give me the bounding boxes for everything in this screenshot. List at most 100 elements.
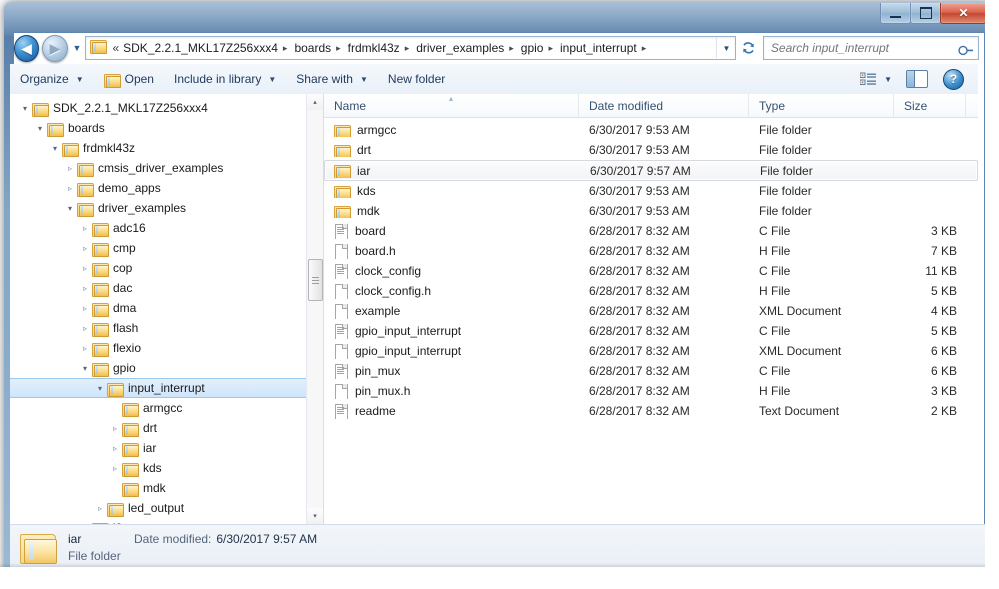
table-row[interactable]: mdk 6/30/2017 9:53 AM File folder: [324, 201, 978, 221]
table-row[interactable]: iar 6/30/2017 9:57 AM File folder: [324, 160, 978, 181]
table-row[interactable]: gpio_input_interrupt 6/28/2017 8:32 AM XML…: [324, 341, 978, 361]
expander-collapsed-icon[interactable]: ▹: [108, 464, 122, 473]
breadcrumb-overflow-icon[interactable]: «: [109, 40, 120, 56]
table-row[interactable]: pin_mux.h 6/28/2017 8:32 AM H File 3 KB: [324, 381, 978, 401]
breadcrumb-sep-4[interactable]: ▸: [546, 43, 557, 54]
expander-expanded-icon[interactable]: ▾: [63, 204, 77, 213]
organize-button[interactable]: Organize ▼: [10, 67, 94, 91]
tree-item-input-interrupt[interactable]: ▾ input_interrupt: [10, 378, 323, 398]
forward-button[interactable]: ▶: [42, 34, 68, 62]
expander-expanded-icon[interactable]: ▾: [78, 364, 92, 373]
tree-item-cmp[interactable]: ▹ cmp: [10, 238, 323, 258]
table-row[interactable]: board 6/28/2017 8:32 AM C File 3 KB: [324, 221, 978, 241]
tree-item-sdk-2-2-1-mkl17z256xxx4[interactable]: ▾ SDK_2.2.1_MKL17Z256xxx4: [10, 98, 323, 118]
column-header-date-modified[interactable]: Date modified: [579, 94, 749, 117]
expander-collapsed-icon[interactable]: ▹: [63, 164, 77, 173]
search-input[interactable]: [763, 40, 957, 56]
breadcrumb-sep-5[interactable]: ▸: [640, 43, 651, 54]
share-with-button[interactable]: Share with ▼: [286, 67, 378, 91]
expander-expanded-icon[interactable]: ▾: [48, 144, 62, 153]
table-row[interactable]: board.h 6/28/2017 8:32 AM H File 7 KB: [324, 241, 978, 261]
open-button[interactable]: Open: [94, 67, 164, 91]
tree-item-boards[interactable]: ▾ boards: [10, 118, 323, 138]
breadcrumb-item-4[interactable]: gpio: [518, 40, 547, 56]
tree-item-driver-examples[interactable]: ▾ driver_examples: [10, 198, 323, 218]
tree-item-kds[interactable]: ▹ kds: [10, 458, 323, 478]
tree-item-led-output[interactable]: ▹ led_output: [10, 498, 323, 518]
table-row[interactable]: gpio_input_interrupt 6/28/2017 8:32 AM C F…: [324, 321, 978, 341]
tree-item-flash[interactable]: ▹ flash: [10, 318, 323, 338]
breadcrumb-sep-0[interactable]: ▸: [281, 43, 292, 54]
maximize-button[interactable]: [910, 3, 941, 24]
scroll-down-button[interactable]: ▾: [307, 508, 323, 524]
tree-item-adc16[interactable]: ▹ adc16: [10, 218, 323, 238]
expander-expanded-icon[interactable]: ▾: [18, 104, 32, 113]
breadcrumb-sep-3[interactable]: ▸: [507, 43, 518, 54]
cell-date: 6/30/2017 9:53 AM: [589, 204, 690, 218]
navigation-pane[interactable]: ▾ SDK_2.2.1_MKL17Z256xxx4 ▾ boards ▾ frdmkl43…: [10, 94, 323, 524]
include-in-library-button[interactable]: Include in library ▼: [164, 67, 286, 91]
minimize-button[interactable]: [880, 3, 911, 24]
expander-collapsed-icon[interactable]: ▹: [63, 184, 77, 193]
expander-collapsed-icon[interactable]: ▹: [78, 244, 92, 253]
back-button[interactable]: ◀: [14, 34, 40, 62]
column-header-type[interactable]: Type: [749, 94, 894, 117]
file-name: iar: [357, 163, 371, 178]
breadcrumb-item-0[interactable]: SDK_2.2.1_MKL17Z256xxx4: [120, 40, 281, 56]
help-button[interactable]: ?: [937, 65, 970, 94]
tree-item-demo-apps[interactable]: ▹ demo_apps: [10, 178, 323, 198]
tree-item-frdmkl43z[interactable]: ▾ frdmkl43z: [10, 138, 323, 158]
file-list-pane[interactable]: ▴ Name Date modified Type Size armgcc 6/3…: [324, 94, 978, 524]
expander-collapsed-icon[interactable]: ▹: [78, 324, 92, 333]
expander-collapsed-icon[interactable]: ▹: [108, 444, 122, 453]
table-row[interactable]: kds 6/30/2017 9:53 AM File folder: [324, 181, 978, 201]
search-box[interactable]: [762, 36, 979, 60]
column-header-name[interactable]: ▴ Name: [324, 94, 579, 117]
breadcrumb-sep-2[interactable]: ▸: [403, 43, 414, 54]
new-folder-button[interactable]: New folder: [378, 67, 455, 91]
nav-pane-scrollbar[interactable]: ▴ ▾: [306, 94, 323, 524]
table-row[interactable]: armgcc 6/30/2017 9:53 AM File folder: [324, 120, 978, 140]
expander-collapsed-icon[interactable]: ▹: [108, 424, 122, 433]
tree-item-cop[interactable]: ▹ cop: [10, 258, 323, 278]
tree-item-dma[interactable]: ▹ dma: [10, 298, 323, 318]
address-dropdown-button[interactable]: ▼: [716, 38, 735, 58]
refresh-button[interactable]: [737, 36, 759, 60]
expander-expanded-icon[interactable]: ▾: [93, 384, 107, 393]
close-button[interactable]: ✕: [940, 3, 987, 24]
breadcrumb-item-2[interactable]: frdmkl43z: [345, 40, 403, 56]
expander-expanded-icon[interactable]: ▾: [33, 124, 47, 133]
expander-collapsed-icon[interactable]: ▹: [78, 304, 92, 313]
tree-item-iar[interactable]: ▹ iar: [10, 438, 323, 458]
expander-collapsed-icon[interactable]: ▹: [78, 284, 92, 293]
tree-item-armgcc[interactable]: armgcc: [10, 398, 323, 418]
address-bar[interactable]: « SDK_2.2.1_MKL17Z256xxx4 ▸ boards ▸ frd…: [85, 36, 737, 60]
tree-item-cmsis-driver-examples[interactable]: ▹ cmsis_driver_examples: [10, 158, 323, 178]
column-header-size[interactable]: Size: [894, 94, 966, 117]
tree-item-mdk[interactable]: mdk: [10, 478, 323, 498]
tree-item-label: drt: [143, 421, 158, 435]
table-row[interactable]: example 6/28/2017 8:32 AM XML Document 4 KB: [324, 301, 978, 321]
breadcrumb-sep-1[interactable]: ▸: [334, 43, 345, 54]
tree-item-flexio[interactable]: ▹ flexio: [10, 338, 323, 358]
tree-item-drt[interactable]: ▹ drt: [10, 418, 323, 438]
change-view-button[interactable]: ▼: [855, 68, 897, 91]
show-preview-pane-button[interactable]: [899, 66, 935, 92]
tree-item-gpio[interactable]: ▾ gpio: [10, 358, 323, 378]
breadcrumb-item-3[interactable]: driver_examples: [413, 40, 507, 56]
scrollbar-thumb[interactable]: [308, 259, 323, 301]
table-row[interactable]: readme 6/28/2017 8:32 AM Text Document 2 KB: [324, 401, 978, 421]
expander-collapsed-icon[interactable]: ▹: [78, 344, 92, 353]
breadcrumb-item-5[interactable]: input_interrupt: [557, 40, 640, 56]
expander-collapsed-icon[interactable]: ▹: [93, 504, 107, 513]
table-row[interactable]: clock_config 6/28/2017 8:32 AM C File 11 KB: [324, 261, 978, 281]
recent-locations-button[interactable]: ▼: [73, 43, 82, 53]
scroll-up-button[interactable]: ▴: [307, 94, 323, 110]
table-row[interactable]: pin_mux 6/28/2017 8:32 AM C File 6 KB: [324, 361, 978, 381]
expander-collapsed-icon[interactable]: ▹: [78, 224, 92, 233]
expander-collapsed-icon[interactable]: ▹: [78, 264, 92, 273]
table-row[interactable]: drt 6/30/2017 9:53 AM File folder: [324, 140, 978, 160]
tree-item-dac[interactable]: ▹ dac: [10, 278, 323, 298]
table-row[interactable]: clock_config.h 6/28/2017 8:32 AM H File 5 K…: [324, 281, 978, 301]
breadcrumb-item-1[interactable]: boards: [291, 40, 334, 56]
